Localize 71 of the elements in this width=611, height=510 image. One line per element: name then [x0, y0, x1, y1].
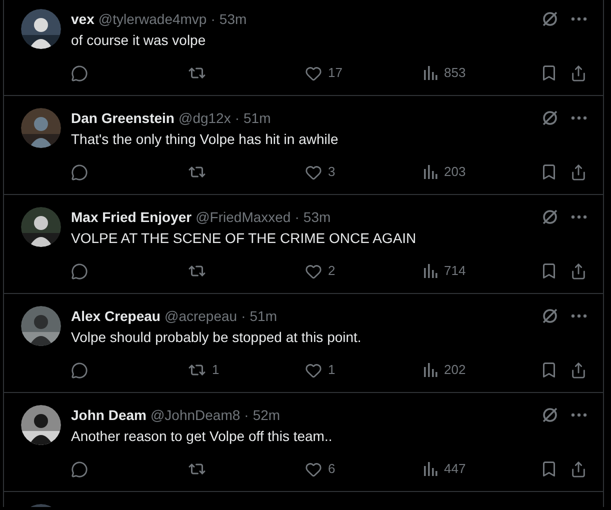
- bookmark-icon[interactable]: [540, 64, 558, 82]
- bookmark-icon[interactable]: [540, 262, 558, 280]
- like-button[interactable]: 6: [305, 459, 422, 479]
- reply-text: of course it was volpe: [71, 31, 207, 50]
- like-button[interactable]: 17: [305, 63, 422, 83]
- bookmark-icon[interactable]: [540, 460, 558, 478]
- bar-chart-icon: [422, 461, 438, 477]
- slashed-circle-icon[interactable]: [541, 10, 559, 28]
- separator: ·: [210, 10, 216, 28]
- author-handle[interactable]: @FriedMaxxed: [196, 206, 291, 228]
- share-icon[interactable]: [570, 262, 587, 280]
- share-icon[interactable]: [570, 460, 587, 478]
- more-icon[interactable]: [571, 17, 587, 21]
- slashed-circle-icon[interactable]: [541, 307, 559, 325]
- share-icon[interactable]: [570, 64, 587, 82]
- speech-bubble-icon: [71, 164, 88, 180]
- bar-chart-icon: [422, 65, 438, 81]
- bar-chart-icon: [422, 164, 438, 180]
- reply-text: Another reason to get Volpe off this team..: [71, 427, 334, 446]
- timestamp[interactable]: 51m: [244, 108, 271, 128]
- slashed-circle-icon[interactable]: [541, 109, 559, 127]
- reply-text: VOLPE AT THE SCENE OF THE CRIME ONCE AGAIN: [71, 229, 418, 248]
- author-handle[interactable]: @tylerwade4mvp: [98, 8, 207, 30]
- views-button[interactable]: 447: [422, 459, 539, 479]
- timestamp[interactable]: 52m: [252, 404, 280, 426]
- slashed-circle-icon[interactable]: [541, 208, 559, 226]
- author-name[interactable]: Max Fried Enjoyer: [71, 206, 192, 228]
- more-icon[interactable]: [571, 314, 587, 318]
- more-icon[interactable]: [571, 116, 587, 120]
- like-button[interactable]: 3: [305, 162, 422, 182]
- share-icon[interactable]: [570, 362, 587, 378]
- author-handle[interactable]: @JohnDeam8: [150, 404, 240, 426]
- heart-icon: [305, 164, 322, 180]
- views-button[interactable]: 714: [422, 261, 539, 281]
- share-icon[interactable]: [570, 164, 587, 180]
- reply-text: Volpe should probably be stopped at this point.: [71, 328, 362, 347]
- views-button[interactable]: 203: [422, 162, 539, 182]
- like-button[interactable]: 2: [305, 261, 422, 281]
- speech-bubble-icon: [71, 64, 88, 82]
- heart-icon: [305, 262, 322, 280]
- repost-button[interactable]: 1: [188, 360, 305, 380]
- author-name[interactable]: John Deam: [71, 404, 146, 426]
- separator: ·: [294, 208, 300, 226]
- more-icon[interactable]: [571, 215, 587, 219]
- bookmark-icon[interactable]: [540, 361, 558, 379]
- timestamp[interactable]: 53m: [219, 8, 247, 30]
- speech-bubble-icon: [71, 262, 88, 280]
- separator: ·: [244, 406, 249, 424]
- author-name[interactable]: Dan Greenstein: [71, 108, 174, 128]
- author-name[interactable]: Alex Crepeau: [71, 306, 160, 326]
- timestamp[interactable]: 53m: [303, 206, 331, 228]
- more-icon[interactable]: [571, 413, 587, 417]
- bar-chart-icon: [422, 263, 438, 279]
- separator: ·: [241, 306, 246, 326]
- slashed-circle-icon[interactable]: [541, 406, 559, 424]
- views-button[interactable]: 202: [422, 360, 539, 380]
- speech-bubble-icon: [71, 460, 88, 478]
- heart-icon: [305, 362, 322, 378]
- timestamp[interactable]: 51m: [250, 306, 277, 326]
- speech-bubble-icon: [71, 362, 88, 378]
- author-handle[interactable]: @dg12x: [178, 108, 231, 128]
- author-name[interactable]: vex: [71, 8, 94, 30]
- views-button[interactable]: 853: [422, 63, 539, 83]
- reply-text: That's the only thing Volpe has hit in awhile: [71, 130, 340, 149]
- separator: ·: [234, 108, 240, 128]
- heart-icon: [305, 64, 322, 82]
- heart-icon: [305, 460, 322, 478]
- bookmark-icon[interactable]: [540, 163, 558, 181]
- author-handle[interactable]: @acrepeau: [164, 306, 238, 326]
- like-button[interactable]: 1: [305, 360, 422, 380]
- bar-chart-icon: [422, 362, 438, 378]
